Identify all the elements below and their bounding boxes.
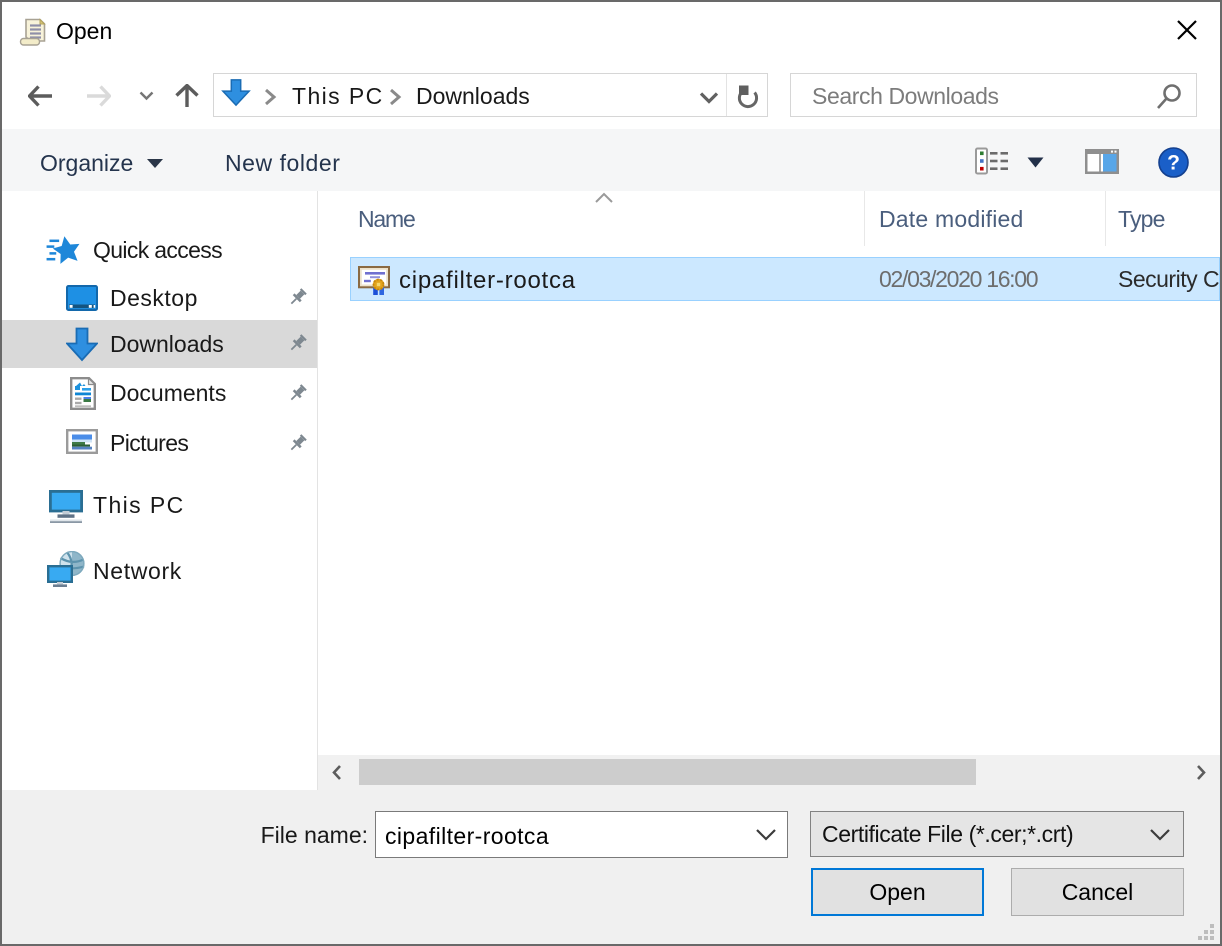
svg-text:?: ? xyxy=(1167,152,1180,175)
